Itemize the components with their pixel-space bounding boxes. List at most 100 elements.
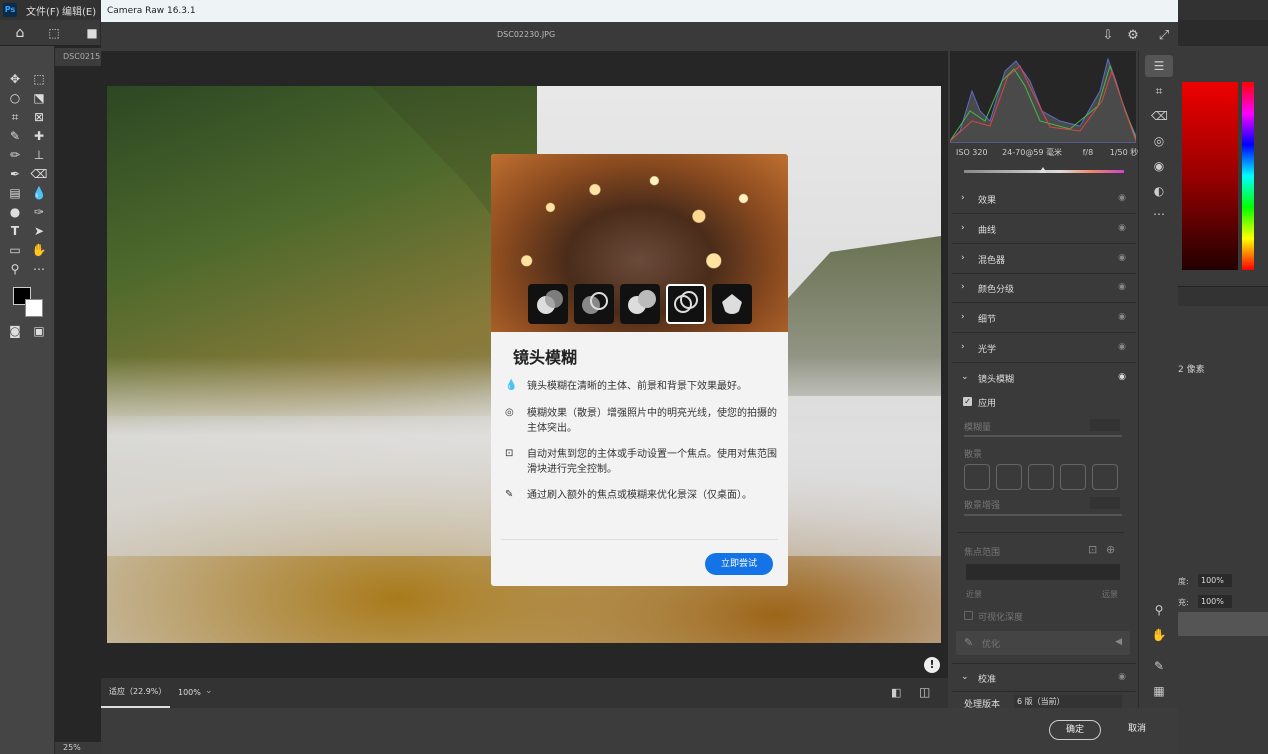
section-color-grading[interactable]: › 颜色分级 ◉ <box>952 274 1136 303</box>
zoom-icon[interactable]: ⚲ <box>1151 602 1167 618</box>
blur-mode-4[interactable] <box>666 284 706 324</box>
settings-gear-icon[interactable]: ⚙ <box>1125 28 1141 44</box>
home-icon[interactable]: ⌂ <box>10 24 30 42</box>
bokeh-shape-circle[interactable] <box>964 464 990 490</box>
color-sampler-icon[interactable]: ✎ <box>1151 658 1167 674</box>
save-icon[interactable]: ⇩ <box>1100 28 1116 44</box>
eye-icon[interactable]: ◉ <box>1118 372 1126 382</box>
blur-amount-input[interactable] <box>1090 419 1120 431</box>
target-icon[interactable]: ⊕ <box>1106 543 1115 556</box>
bokeh-shape-bubble[interactable] <box>996 464 1022 490</box>
healing-tool-icon[interactable]: ✚ <box>29 127 49 145</box>
blur-mode-2[interactable] <box>574 284 614 324</box>
section-calibration[interactable]: ⌄ 校准 ◉ <box>952 663 1136 692</box>
try-now-button[interactable]: 立即尝试 <box>705 553 773 575</box>
focus-subject-icon[interactable]: ⊡ <box>1088 543 1097 556</box>
boost-input[interactable] <box>1090 497 1120 509</box>
brush-tool-icon[interactable]: ✏ <box>5 146 25 164</box>
opacity-input-2[interactable]: 100% <box>1198 595 1232 608</box>
section-effects[interactable]: › 效果 ◉ <box>952 185 1136 214</box>
rect-marquee-tool-icon[interactable]: ⬚ <box>29 70 49 88</box>
menu-edit[interactable]: 编辑(E) <box>62 3 96 18</box>
eye-icon[interactable]: ◉ <box>1118 253 1126 263</box>
screen-mode-icon[interactable]: ▣ <box>29 322 49 340</box>
red-eye-icon[interactable]: ◉ <box>1151 158 1167 174</box>
eye-icon[interactable]: ◉ <box>1118 223 1126 233</box>
cancel-button[interactable]: 取消 <box>1111 720 1163 740</box>
process-version-select[interactable]: 6 版（当前） <box>1014 695 1122 708</box>
zoom-fit-button[interactable]: 适应（22.9%） <box>101 678 170 708</box>
blur-mode-3[interactable] <box>620 284 660 324</box>
frame-tool-icon[interactable]: ⊠ <box>29 108 49 126</box>
stamp-tool-icon[interactable]: ⊥ <box>29 146 49 164</box>
blur-tool-icon[interactable]: 💧 <box>29 184 49 202</box>
eye-icon[interactable]: ◉ <box>1118 342 1126 352</box>
bokeh-shape-5-blade[interactable] <box>1028 464 1054 490</box>
fullscreen-icon[interactable]: ⤢ <box>1156 28 1172 44</box>
eye-icon[interactable]: ◉ <box>1118 193 1126 203</box>
square-option-icon[interactable]: ■ <box>82 24 102 42</box>
bokeh-shape-cat-eye[interactable] <box>1092 464 1118 490</box>
section-lens-blur[interactable]: ⌄ 镜头模糊 ◉ <box>952 364 1136 393</box>
edit-sliders-icon[interactable]: ☰ <box>1151 58 1167 74</box>
opacity-input-1[interactable]: 100% <box>1198 574 1232 587</box>
dodge-tool-icon[interactable]: ● <box>5 203 25 221</box>
blur-mode-1[interactable] <box>528 284 568 324</box>
grid-icon[interactable]: ▦ <box>1151 683 1167 699</box>
eraser-tool-icon[interactable]: ⌫ <box>29 165 49 183</box>
crop-icon[interactable]: ⌗ <box>1151 83 1167 99</box>
object-select-tool-icon[interactable]: ⬔ <box>29 89 49 107</box>
boost-slider[interactable] <box>964 514 1122 516</box>
type-tool-icon[interactable]: T <box>5 222 25 240</box>
hue-slider[interactable] <box>1242 82 1254 270</box>
eye-icon[interactable]: ◉ <box>1118 282 1126 292</box>
hand-tool-icon[interactable]: ✋ <box>29 241 49 259</box>
eye-icon[interactable]: ◉ <box>1118 672 1126 682</box>
eye-icon[interactable]: ◉ <box>1118 312 1126 322</box>
quick-mask-icon[interactable]: ◙ <box>5 322 25 340</box>
ok-button[interactable]: 确定 <box>1049 720 1101 740</box>
section-detail[interactable]: › 细节 ◉ <box>952 304 1136 333</box>
section-optics[interactable]: › 光学 ◉ <box>952 334 1136 363</box>
compare-view-icon[interactable]: ◫ <box>919 685 930 699</box>
color-picker-field[interactable] <box>1182 82 1238 270</box>
info-icon[interactable]: ! <box>924 657 940 673</box>
zoom-100-button[interactable]: 100% <box>170 678 205 708</box>
mask-icon[interactable]: ◎ <box>1151 133 1167 149</box>
zoom-tool-icon[interactable]: ⚲ <box>5 260 25 278</box>
document-tab[interactable]: DSC0215 <box>55 48 101 66</box>
slider-thumb[interactable] <box>1039 167 1047 173</box>
before-after-icon[interactable]: ◧ <box>891 686 901 699</box>
background-color-swatch[interactable] <box>25 299 43 317</box>
layer-row[interactable] <box>1178 612 1268 636</box>
blur-mode-5[interactable] <box>712 284 752 324</box>
filename: DSC02230.JPG <box>497 30 556 39</box>
chevron-down-icon[interactable]: ⌄ <box>205 686 213 696</box>
move-tool-icon[interactable]: ✥ <box>5 70 25 88</box>
eraser-icon[interactable]: ⌫ <box>1151 108 1168 124</box>
focus-range-bar[interactable] <box>966 564 1120 580</box>
eyedropper-tool-icon[interactable]: ✎ <box>5 127 25 145</box>
exif-info: ISO 320 24-70@59 毫米 f/8 1/50 秒 <box>956 147 1138 158</box>
section-color-mixer[interactable]: › 混色器 ◉ <box>952 245 1136 274</box>
shape-tool-icon[interactable]: ▭ <box>5 241 25 259</box>
more-tools-icon[interactable]: ⋯ <box>29 260 49 278</box>
history-brush-tool-icon[interactable]: ✒ <box>5 165 25 183</box>
gradient-tool-icon[interactable]: ▤ <box>5 184 25 202</box>
more-options-icon[interactable]: ⋯ <box>1151 206 1167 222</box>
refine-row[interactable]: ✎ 优化 ◀ <box>956 631 1130 655</box>
section-curves[interactable]: › 曲线 ◉ <box>952 215 1136 244</box>
path-select-tool-icon[interactable]: ➤ <box>29 222 49 240</box>
pen-tool-icon[interactable]: ✑ <box>29 203 49 221</box>
presets-icon[interactable]: ◐ <box>1151 183 1167 199</box>
lasso-tool-icon[interactable]: ○ <box>5 89 25 107</box>
camera-raw-header: DSC02230.JPG ⇩ ⚙ ⤢ <box>101 22 1178 51</box>
apply-checkbox[interactable]: ✓ <box>963 397 972 406</box>
menu-file[interactable]: 文件(F) <box>26 3 60 18</box>
bokeh-shape-ring[interactable] <box>1060 464 1086 490</box>
marquee-icon[interactable]: ⬚ <box>44 24 64 42</box>
visualize-depth-checkbox[interactable] <box>964 611 973 620</box>
blur-amount-slider[interactable] <box>964 435 1122 437</box>
hand-icon[interactable]: ✋ <box>1151 627 1167 643</box>
crop-tool-icon[interactable]: ⌗ <box>5 108 25 126</box>
